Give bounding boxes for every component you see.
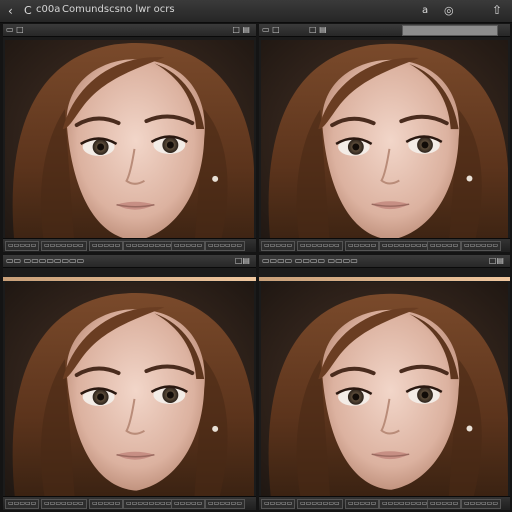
panel-slider[interactable]: [402, 25, 498, 36]
panel-footer: ▭▭▭▭▭ ▭▭▭▭▭▭▭ ▭▭▭▭▭ ▭▭▭▭▭▭▭▭ ▭▭▭▭▭ ▭▭▭▭▭…: [259, 238, 510, 252]
footer-button[interactable]: ▭▭▭▭▭: [261, 499, 296, 509]
portrait-image[interactable]: [261, 40, 508, 238]
panel-header-left: ▭▭▭▭ ▭▭▭▭ ▭▭▭▭: [262, 256, 358, 265]
app-toolbar: ‹ C c00a Comundscsno lwr ocrs a ◎ ⇧: [0, 0, 512, 23]
image-panel-3[interactable]: ▭▭ ▭▭▭▭▭▭▭▭ □▤ ▭▭▭▭▭ ▭▭▭▭▭▭▭ ▭▭▭▭▭ ▭▭▭▭▭…: [3, 255, 256, 510]
app-brand: c00a: [36, 4, 61, 15]
image-panel-4[interactable]: ▭▭▭▭ ▭▭▭▭ ▭▭▭▭ □▤ ▭▭▭▭▭ ▭▭▭▭▭▭▭ ▭▭▭▭▭ ▭▭…: [259, 255, 510, 510]
panel-header-left: ▭▭ ▭▭▭▭▭▭▭▭: [6, 256, 85, 265]
footer-button[interactable]: ▭▭▭▭▭: [5, 499, 40, 509]
footer-button[interactable]: ▭▭▭▭▭: [261, 241, 296, 251]
panel-footer: ▭▭▭▭▭ ▭▭▭▭▭▭▭ ▭▭▭▭▭ ▭▭▭▭▭▭▭▭ ▭▭▭▭▭ ▭▭▭▭▭…: [259, 496, 510, 510]
footer-button[interactable]: ▭▭▭▭▭: [427, 499, 462, 509]
c-icon[interactable]: C: [24, 5, 32, 17]
footer-button[interactable]: ▭▭▭▭▭: [171, 499, 206, 509]
footer-button[interactable]: ▭▭▭▭▭: [345, 241, 380, 251]
footer-button[interactable]: ▭▭▭▭▭▭▭: [41, 241, 87, 251]
image-panel-2[interactable]: ▭ □ □ ▤ ▭▭▭▭▭ ▭▭▭▭▭▭▭ ▭▭▭▭▭ ▭▭▭▭▭▭▭▭ ▭▭▭…: [259, 24, 510, 252]
portrait-image[interactable]: [5, 282, 254, 496]
panel-footer: ▭▭▭▭▭ ▭▭▭▭▭▭▭ ▭▭▭▭▭ ▭▭▭▭▭▭▭▭ ▭▭▭▭▭ ▭▭▭▭▭…: [3, 238, 256, 252]
panel-header: ▭▭ ▭▭▭▭▭▭▭▭ □▤: [3, 255, 256, 268]
footer-button[interactable]: ▭▭▭▭▭: [89, 499, 124, 509]
panel-header: ▭▭▭▭ ▭▭▭▭ ▭▭▭▭ □▤: [259, 255, 510, 268]
panel-header-left: ▭ □: [262, 25, 280, 34]
panel-header: ▭ □ □ ▤: [259, 24, 510, 37]
footer-button[interactable]: ▭▭▭▭▭▭▭▭: [123, 241, 175, 251]
footer-button[interactable]: ▭▭▭▭▭: [171, 241, 206, 251]
accent-bar: [3, 277, 256, 281]
portrait-image[interactable]: [261, 282, 508, 496]
panel-header-right[interactable]: □▤: [235, 256, 250, 265]
footer-button[interactable]: ▭▭▭▭▭▭▭▭: [379, 499, 431, 509]
accent-bar: [259, 277, 510, 281]
footer-button[interactable]: ▭▭▭▭▭▭▭: [297, 499, 343, 509]
footer-button[interactable]: ▭▭▭▭▭: [5, 241, 40, 251]
back-arrow-icon[interactable]: ‹: [8, 5, 13, 17]
share-icon[interactable]: ◎: [444, 5, 454, 17]
window-title: Comundscsno lwr ocrs: [62, 4, 175, 15]
footer-button[interactable]: ▭▭▭▭▭▭▭: [297, 241, 343, 251]
panel-header: ▭ □ □ ▤: [3, 24, 256, 37]
image-panel-1[interactable]: ▭ □ □ ▤ ▭▭▭▭▭ ▭▭▭▭▭▭▭ ▭▭▭▭▭ ▭▭▭▭▭▭▭▭ ▭▭▭…: [3, 24, 256, 252]
footer-button[interactable]: ▭▭▭▭▭: [345, 499, 380, 509]
footer-button[interactable]: ▭▭▭▭▭▭: [205, 241, 246, 251]
footer-button[interactable]: ▭▭▭▭▭▭: [461, 499, 502, 509]
a-icon[interactable]: a: [422, 5, 428, 17]
footer-button[interactable]: ▭▭▭▭▭▭: [205, 499, 246, 509]
panel-footer: ▭▭▭▭▭ ▭▭▭▭▭▭▭ ▭▭▭▭▭ ▭▭▭▭▭▭▭▭ ▭▭▭▭▭ ▭▭▭▭▭…: [3, 496, 256, 510]
upload-icon[interactable]: ⇧: [492, 4, 502, 16]
panel-header-left: ▭ □: [6, 25, 24, 34]
footer-button[interactable]: ▭▭▭▭▭: [89, 241, 124, 251]
panel-header-right[interactable]: □▤: [489, 256, 504, 265]
panel-header-right[interactable]: □ ▤: [232, 25, 250, 34]
footer-button[interactable]: ▭▭▭▭▭: [427, 241, 462, 251]
footer-button[interactable]: ▭▭▭▭▭▭▭▭: [379, 241, 431, 251]
portrait-image[interactable]: [5, 40, 254, 238]
panel-header-right[interactable]: □ ▤: [309, 25, 327, 34]
footer-button[interactable]: ▭▭▭▭▭▭: [461, 241, 502, 251]
footer-button[interactable]: ▭▭▭▭▭▭▭▭: [123, 499, 175, 509]
footer-button[interactable]: ▭▭▭▭▭▭▭: [41, 499, 87, 509]
